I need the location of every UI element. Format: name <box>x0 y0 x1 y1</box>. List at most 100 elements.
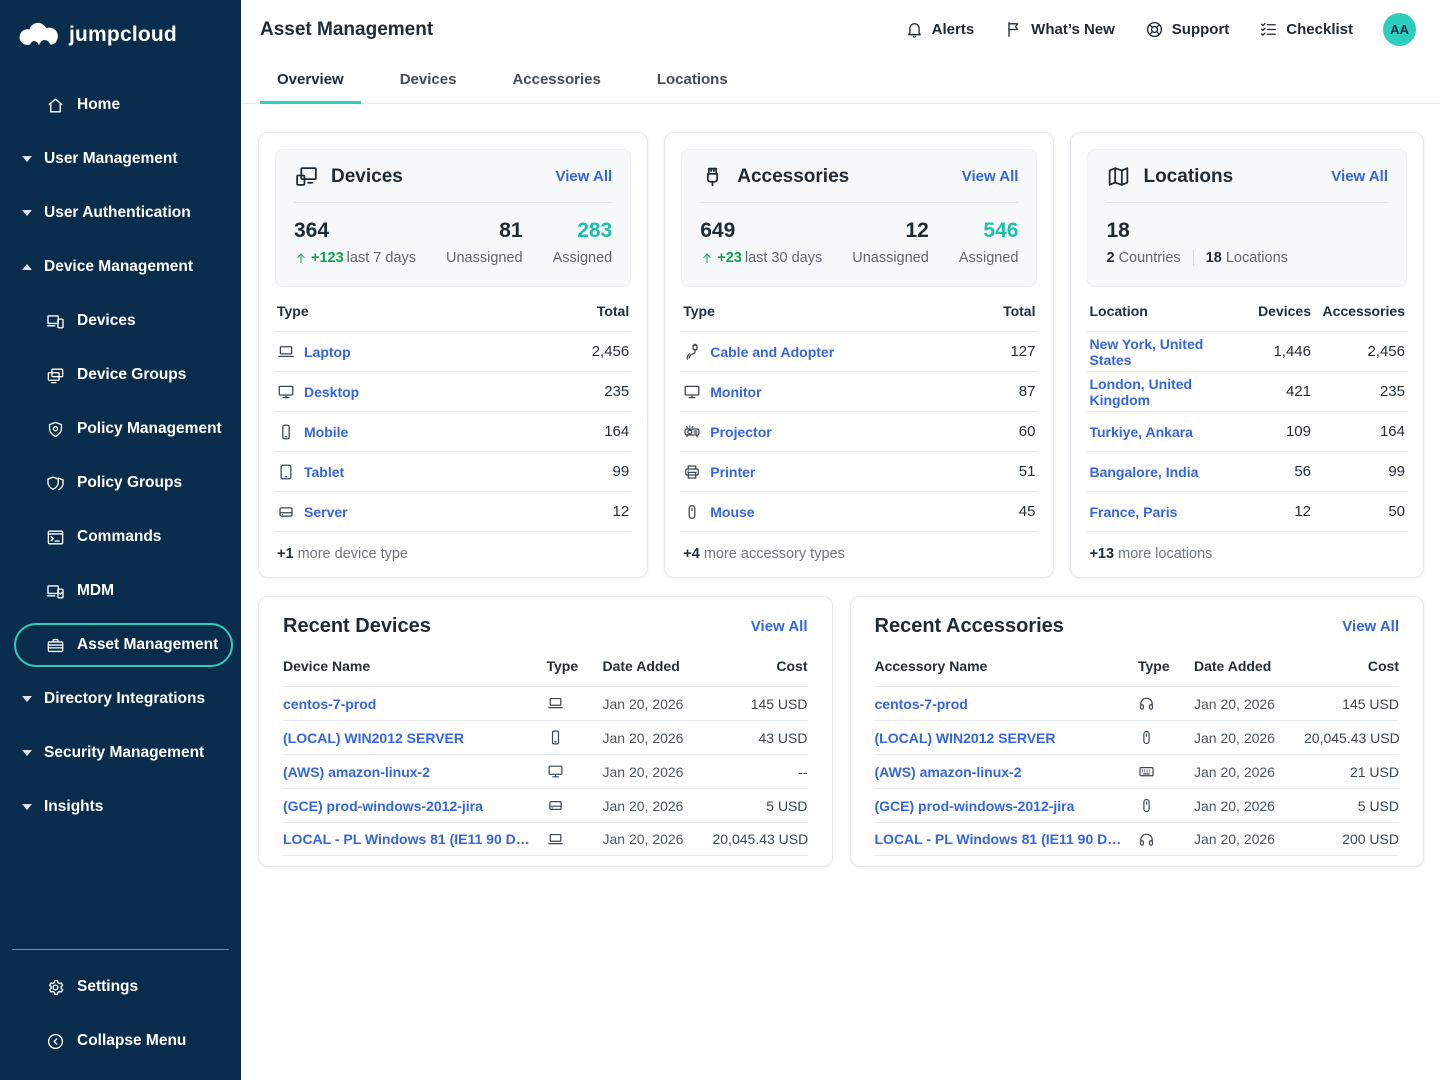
sidebar-item-label: Policy Management <box>77 420 222 438</box>
locations-col-devices: Devices <box>1227 303 1311 319</box>
sidebar-item-label: Devices <box>77 312 136 330</box>
recent-accessories-view-all-link[interactable]: View All <box>1342 618 1399 635</box>
type-total-value: 51 <box>1019 463 1036 480</box>
laptop-icon <box>547 695 564 712</box>
locations-table: New York, United States1,4462,456London,… <box>1087 331 1407 531</box>
monitor-icon <box>683 383 701 401</box>
mobile-icon <box>547 729 564 746</box>
recent-devices-col-name: Device Name <box>283 658 547 674</box>
locations-card: Locations View All 18 2 Countries 18 Loc… <box>1070 132 1424 578</box>
locations-view-all-link[interactable]: View All <box>1331 168 1388 185</box>
recent-item-link-aws-amazon-linux-2[interactable]: (AWS) amazon-linux-2 <box>875 764 1139 780</box>
sidebar-item-policy-groups[interactable]: Policy Groups <box>0 456 241 510</box>
sidebar-item-device-groups[interactable]: Device Groups <box>0 348 241 402</box>
sidebar-item-label: Collapse Menu <box>77 1032 186 1050</box>
recent-type-cell <box>1138 763 1194 780</box>
tab-overview[interactable]: Overview <box>260 59 361 104</box>
sidebar-item-security-management[interactable]: Security Management <box>0 726 241 780</box>
location-row-france-paris: France, Paris1250 <box>1087 491 1407 531</box>
locations-more-row[interactable]: +13 more locations <box>1087 531 1407 575</box>
type-link-tablet[interactable]: Tablet <box>304 464 344 480</box>
recent-cost-value: -- <box>713 764 808 780</box>
sidebar-item-label: Device Groups <box>77 366 186 384</box>
recent-devices-view-all-link[interactable]: View All <box>751 618 808 635</box>
type-link-mobile[interactable]: Mobile <box>304 424 348 440</box>
location-link-new-york-united-states[interactable]: New York, United States <box>1089 336 1227 368</box>
laptop-icon <box>547 831 564 848</box>
tab-locations[interactable]: Locations <box>640 59 745 104</box>
type-row-desktop: Desktop235 <box>275 371 631 411</box>
devices-icon <box>46 312 65 331</box>
accessories-card: Accessories View All 649 +23 last 30 day… <box>664 132 1054 578</box>
recent-item-link-gce-prod-windows-2012-jira[interactable]: (GCE) prod-windows-2012-jira <box>875 798 1139 814</box>
type-link-desktop[interactable]: Desktop <box>304 384 359 400</box>
accessories-more-row[interactable]: +4 more accessory types <box>681 531 1037 575</box>
type-link-printer[interactable]: Printer <box>710 464 755 480</box>
main-area: Asset Management AlertsWhat’s NewSupport… <box>241 0 1440 1080</box>
recent-item-link-centos-7-prod[interactable]: centos-7-prod <box>283 696 547 712</box>
sidebar-item-commands[interactable]: Commands <box>0 510 241 564</box>
tab-accessories[interactable]: Accessories <box>495 59 617 104</box>
recent-cost-value: 145 USD <box>1304 696 1399 712</box>
sidebar-item-policy-management[interactable]: Policy Management <box>0 402 241 456</box>
recent-item-link-centos-7-prod[interactable]: centos-7-prod <box>875 696 1139 712</box>
flag-icon <box>1004 20 1023 39</box>
sidebar-item-label: User Authentication <box>44 204 191 222</box>
type-row-printer: Printer 51 <box>681 451 1037 491</box>
sidebar-item-collapse-menu[interactable]: Collapse Menu <box>0 1014 241 1068</box>
location-link-turkiye-ankara[interactable]: Turkiye, Ankara <box>1089 424 1227 440</box>
type-link-monitor[interactable]: Monitor <box>710 384 761 400</box>
header-action-label: Alerts <box>932 21 975 38</box>
type-cell: Desktop <box>277 383 359 401</box>
tab-devices[interactable]: Devices <box>383 59 474 104</box>
sidebar-item-device-management[interactable]: Device Management <box>0 240 241 294</box>
sidebar-item-directory-integrations[interactable]: Directory Integrations <box>0 672 241 726</box>
recent-type-cell <box>547 695 603 712</box>
recent-item-link-aws-amazon-linux-2[interactable]: (AWS) amazon-linux-2 <box>283 764 547 780</box>
recent-item-link-local-pl-windows-81-ie11-90-day-test[interactable]: LOCAL - PL Windows 81 (IE11 90 Day test) <box>283 831 547 847</box>
location-accessories-value: 235 <box>1311 383 1405 400</box>
recent-devices-col-date: Date Added <box>603 658 713 674</box>
header-action-checklist[interactable]: Checklist <box>1259 20 1353 39</box>
user-avatar[interactable]: AA <box>1383 13 1416 46</box>
recent-item-link-local-win2012-server[interactable]: (LOCAL) WIN2012 SERVER <box>283 730 547 746</box>
location-link-bangalore-india[interactable]: Bangalore, India <box>1089 464 1227 480</box>
recent-item-link-local-win2012-server[interactable]: (LOCAL) WIN2012 SERVER <box>875 730 1139 746</box>
desktop-icon <box>547 763 564 780</box>
type-total-value: 99 <box>613 463 630 480</box>
recent-row-local-win2012-server: (LOCAL) WIN2012 SERVERJan 20, 202620,045… <box>875 720 1400 754</box>
sidebar-item-mdm[interactable]: MDM <box>0 564 241 618</box>
type-total-value: 12 <box>613 503 630 520</box>
collapse-icon <box>46 1032 65 1051</box>
recent-item-link-gce-prod-windows-2012-jira[interactable]: (GCE) prod-windows-2012-jira <box>283 798 547 814</box>
sidebar-item-user-authentication[interactable]: User Authentication <box>0 186 241 240</box>
devices-view-all-link[interactable]: View All <box>556 168 613 185</box>
sidebar-item-settings[interactable]: Settings <box>0 960 241 1014</box>
header-action-what-s-new[interactable]: What’s New <box>1004 20 1115 39</box>
location-link-france-paris[interactable]: France, Paris <box>1089 504 1227 520</box>
accessories-view-all-link[interactable]: View All <box>962 168 1019 185</box>
sidebar-item-devices[interactable]: Devices <box>0 294 241 348</box>
header-action-support[interactable]: Support <box>1145 20 1230 39</box>
accessories-type-table: Cable and Adopter127Monitor87Projector60… <box>681 331 1037 531</box>
recent-item-link-local-pl-windows-81-ie11-90-day-test[interactable]: LOCAL - PL Windows 81 (IE11 90 Day test) <box>875 831 1139 847</box>
sidebar-item-home[interactable]: Home <box>0 78 241 132</box>
recent-type-cell <box>1138 695 1194 712</box>
jumpcloud-logo[interactable]: jumpcloud <box>0 0 241 68</box>
sidebar-item-insights[interactable]: Insights <box>0 780 241 834</box>
policy-management-icon <box>46 420 65 439</box>
type-link-mouse[interactable]: Mouse <box>710 504 754 520</box>
type-link-laptop[interactable]: Laptop <box>304 344 351 360</box>
location-accessories-value: 50 <box>1311 503 1405 520</box>
type-link-cable-and-adopter[interactable]: Cable and Adopter <box>710 344 834 360</box>
devices-more-row[interactable]: +1 more device type <box>275 531 631 575</box>
type-link-server[interactable]: Server <box>304 504 348 520</box>
sidebar-item-asset-management[interactable]: Asset Management <box>14 623 233 667</box>
locations-col-location: Location <box>1089 303 1227 319</box>
sidebar-item-user-management[interactable]: User Management <box>0 132 241 186</box>
type-link-projector[interactable]: Projector <box>710 424 771 440</box>
recent-accessories-col-cost: Cost <box>1304 658 1399 674</box>
header-action-alerts[interactable]: Alerts <box>905 20 975 39</box>
location-link-london-united-kingdom[interactable]: London, United Kingdom <box>1089 376 1227 408</box>
sidebar-item-label: User Management <box>44 150 178 168</box>
